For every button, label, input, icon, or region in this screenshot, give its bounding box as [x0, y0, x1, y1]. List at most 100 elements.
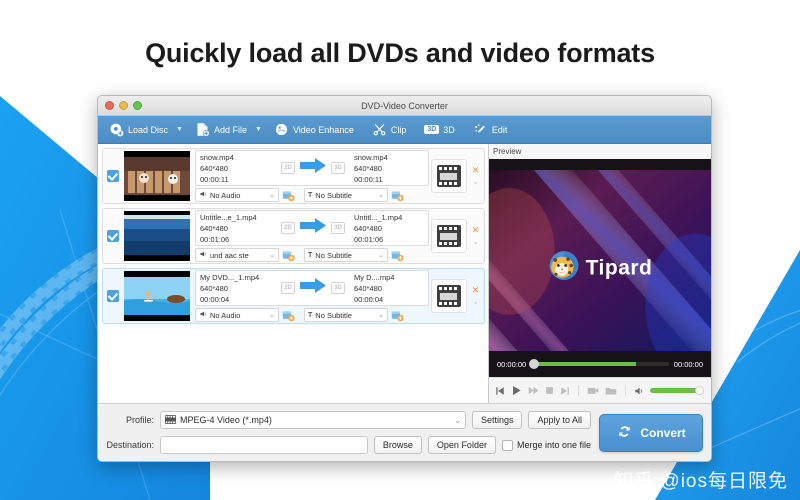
toolbar-video-enhance-label: Video Enhance: [292, 124, 354, 135]
row-checkbox[interactable]: [107, 230, 119, 242]
footer-bar: Profile: MPEG-4 Video (*.mp4) ⌄ Settings…: [98, 403, 711, 461]
video-thumbnail[interactable]: [124, 271, 190, 321]
collapse-row-chevron-down-icon[interactable]: ⌄: [472, 178, 479, 186]
subtitle-t-icon: T: [308, 311, 313, 319]
volume-slider[interactable]: [650, 386, 704, 395]
convert-arrow-icon: [300, 218, 326, 238]
open-folder-button[interactable]: Open Folder: [427, 436, 496, 454]
video-thumbnail[interactable]: [124, 151, 190, 201]
toolbar-video-enhance[interactable]: Video Enhance: [269, 120, 359, 139]
folder-icon[interactable]: [605, 385, 617, 396]
volume-handle[interactable]: [695, 386, 704, 395]
chevron-down-icon: ⌄: [454, 415, 461, 425]
file-list[interactable]: snow.mp4 640*480 00:00:11 2D 3D snow.mp4…: [98, 144, 489, 403]
audio-track-value: und aac ste: [210, 250, 249, 260]
speaker-icon: [199, 190, 207, 200]
target-duration: 00:00:11: [354, 174, 383, 184]
collapse-row-chevron-down-icon[interactable]: ⌄: [472, 238, 479, 246]
source-resolution: 640*480: [200, 283, 228, 293]
add-audio-track-button[interactable]: [282, 249, 295, 262]
tipard-logo-icon: [548, 250, 580, 287]
previous-icon[interactable]: [495, 386, 505, 396]
window-title: DVD-Video Converter: [361, 100, 448, 111]
destination-input[interactable]: [160, 436, 368, 454]
apply-to-all-button[interactable]: Apply to All: [528, 411, 591, 429]
row-checkbox[interactable]: [107, 290, 119, 302]
profile-select[interactable]: MPEG-4 Video (*.mp4) ⌄: [160, 411, 466, 429]
volume-icon[interactable]: [634, 386, 644, 396]
next-icon[interactable]: [560, 386, 570, 396]
toolbar-add-file[interactable]: Add File: [190, 120, 252, 139]
remove-row-close-icon[interactable]: ✕: [472, 166, 480, 175]
remove-row-close-icon[interactable]: ✕: [472, 226, 480, 235]
add-file-chevron-down-icon[interactable]: ▼: [254, 126, 267, 133]
profile-label: Profile:: [125, 415, 154, 425]
subtitle-t-icon: T: [308, 191, 313, 199]
tipard-wordmark: Tipard: [585, 256, 653, 279]
progress-track[interactable]: [529, 359, 669, 369]
merge-checkbox[interactable]: [501, 439, 513, 451]
target-filename: snow.mp4: [354, 152, 388, 162]
video-enhance-icon: [274, 122, 289, 137]
audio-track-select[interactable]: No Audio ⌄: [195, 188, 279, 202]
fast-forward-icon[interactable]: [528, 385, 539, 396]
subtitle-track-select[interactable]: T No Subtitle ⌄: [304, 248, 388, 262]
toolbar-clip[interactable]: Clip: [367, 120, 412, 139]
remove-row-close-icon[interactable]: ✕: [472, 286, 480, 295]
film-reel-icon[interactable]: [431, 279, 467, 313]
video-preview[interactable]: Tipard 00:00:00 00:00:00: [489, 159, 711, 377]
add-audio-track-button[interactable]: [282, 189, 295, 202]
convert-arrow-icon: [300, 158, 326, 178]
row-checkbox[interactable]: [107, 170, 119, 182]
video-thumbnail[interactable]: [124, 211, 190, 261]
target-resolution: 640*480: [354, 283, 382, 293]
audio-track-select[interactable]: und aac ste ⌄: [195, 248, 279, 262]
format-icon: [165, 414, 176, 426]
subtitle-track-select[interactable]: T No Subtitle ⌄: [304, 188, 388, 202]
snapshot-icon[interactable]: [587, 385, 599, 396]
convert-button[interactable]: Convert: [599, 413, 703, 452]
stop-icon[interactable]: [545, 386, 554, 395]
disc-icon: [109, 122, 124, 137]
table-row[interactable]: Untitle...e_1.mp4 640*480 00:01:06 2D 3D…: [102, 208, 485, 264]
toolbar-load-disc[interactable]: Load Disc: [104, 120, 173, 139]
convert-arrow-icon: [300, 278, 326, 298]
audio-track-select[interactable]: No Audio ⌄: [195, 308, 279, 322]
add-audio-track-button[interactable]: [282, 309, 295, 322]
target-resolution: 640*480: [354, 163, 382, 173]
seek-bar[interactable]: 00:00:00 00:00:00: [489, 351, 711, 377]
table-row[interactable]: snow.mp4 640*480 00:00:11 2D 3D snow.mp4…: [102, 148, 485, 204]
add-subtitle-button[interactable]: [391, 249, 404, 262]
progress-handle[interactable]: [529, 359, 540, 369]
toolbar-3d[interactable]: 3D 3D: [419, 123, 459, 137]
transport-divider: [578, 385, 579, 396]
collapse-row-chevron-down-icon[interactable]: ⌄: [472, 298, 479, 306]
film-reel-icon[interactable]: [431, 159, 467, 193]
thumbnail-ocean: [124, 211, 190, 261]
watermark: 知乎 @ios每日限免: [614, 471, 788, 492]
source-filename: My DVD..._1.mp4: [200, 272, 260, 282]
source-filename: snow.mp4: [200, 152, 234, 162]
subtitle-t-icon: T: [308, 251, 313, 259]
play-icon[interactable]: [511, 385, 522, 396]
source-dimension-badge: 2D: [281, 282, 295, 294]
speaker-icon: [199, 310, 207, 320]
merge-into-one-file[interactable]: Merge into one file: [501, 439, 591, 451]
target-dimension-badge: 3D: [331, 282, 345, 294]
app-window: DVD-Video Converter Load Disc ▼ Add File…: [97, 95, 712, 462]
browse-button[interactable]: Browse: [373, 436, 422, 454]
row-track-selectors: No Audio ⌄ T No Subtitle ⌄: [195, 308, 429, 322]
chevron-down-icon: ⌄: [269, 312, 275, 319]
add-subtitle-button[interactable]: [391, 189, 404, 202]
table-row[interactable]: My DVD..._1.mp4 640*480 00:00:04 2D 3D M…: [102, 268, 485, 324]
chevron-down-icon: ⌄: [269, 192, 275, 199]
film-reel-icon[interactable]: [431, 219, 467, 253]
main-toolbar: Load Disc ▼ Add File ▼ Video Enhance Cli…: [98, 116, 711, 144]
subtitle-track-select[interactable]: T No Subtitle ⌄: [304, 308, 388, 322]
thumbnail-cartoon-room: [124, 151, 190, 201]
tipard-branding: Tipard: [489, 250, 711, 287]
add-subtitle-button[interactable]: [391, 309, 404, 322]
load-disc-chevron-down-icon[interactable]: ▼: [175, 126, 188, 133]
settings-button[interactable]: Settings: [471, 411, 523, 429]
toolbar-edit[interactable]: Edit: [468, 120, 513, 139]
